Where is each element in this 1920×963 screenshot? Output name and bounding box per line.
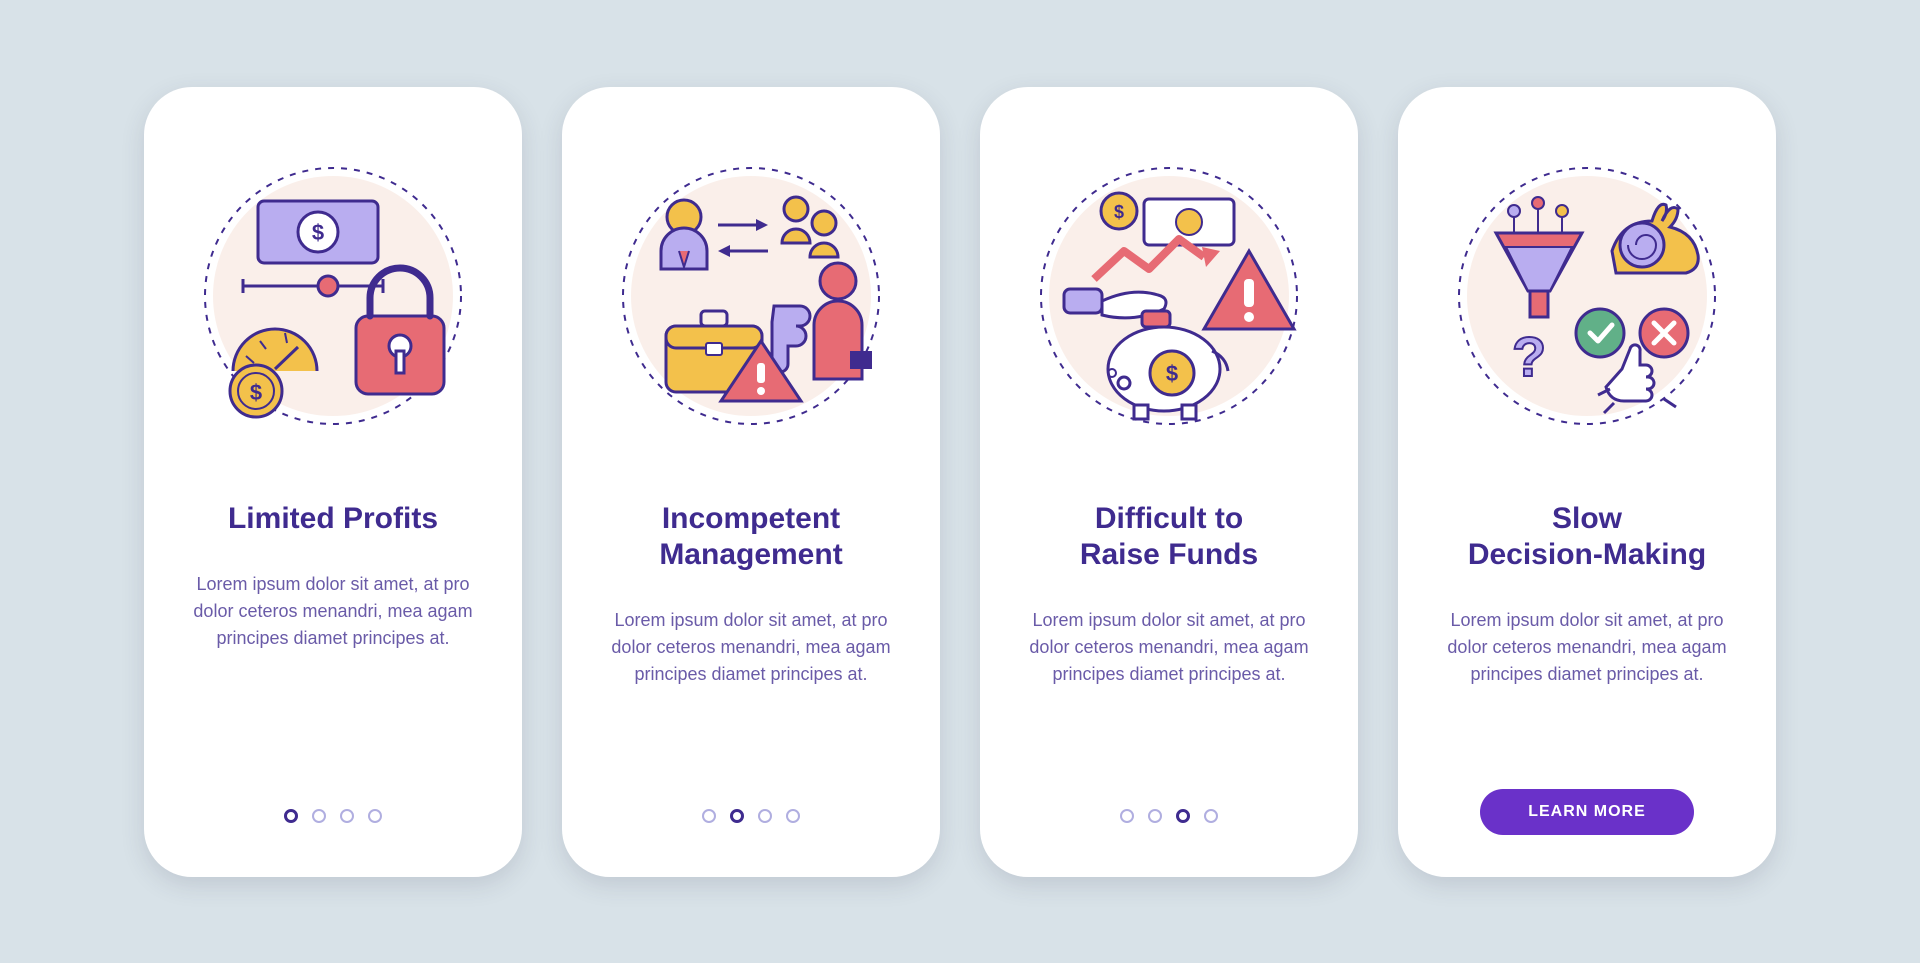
pagination-dots: [1120, 809, 1218, 823]
card-description: Lorem ipsum dolor sit amet, at pro dolor…: [1447, 607, 1727, 688]
slow-decision-illustration: ?: [1442, 151, 1732, 441]
card-title: Limited Profits: [228, 501, 438, 537]
dot-1[interactable]: [284, 809, 298, 823]
pagination-dots: [284, 809, 382, 823]
svg-text:$: $: [1114, 202, 1124, 222]
svg-text:?: ?: [1512, 325, 1546, 388]
dot-4[interactable]: [786, 809, 800, 823]
card-title: Slow Decision-Making: [1468, 501, 1706, 573]
dot-4[interactable]: [1204, 809, 1218, 823]
card-description: Lorem ipsum dolor sit amet, at pro dolor…: [611, 607, 891, 688]
dot-2[interactable]: [730, 809, 744, 823]
onboarding-card-3: $ $ D: [980, 87, 1358, 877]
card-description: Lorem ipsum dolor sit amet, at pro dolor…: [193, 571, 473, 652]
pagination-dots: [702, 809, 800, 823]
dot-2[interactable]: [312, 809, 326, 823]
onboarding-card-4: ? Slow Decision-Making Lorem ipsum dolor…: [1398, 87, 1776, 877]
limited-profits-illustration: $ $: [188, 151, 478, 441]
svg-text:$: $: [1166, 361, 1178, 386]
incompetent-management-illustration: [606, 151, 896, 441]
card-description: Lorem ipsum dolor sit amet, at pro dolor…: [1029, 607, 1309, 688]
card-title: Incompetent Management: [659, 501, 842, 573]
learn-more-button[interactable]: LEARN MORE: [1480, 789, 1694, 835]
dot-4[interactable]: [368, 809, 382, 823]
onboarding-card-2: Incompetent Management Lorem ipsum dolor…: [562, 87, 940, 877]
dot-3[interactable]: [758, 809, 772, 823]
dot-3[interactable]: [340, 809, 354, 823]
dot-3[interactable]: [1176, 809, 1190, 823]
raise-funds-illustration: $ $: [1024, 151, 1314, 441]
svg-text:$: $: [312, 220, 324, 245]
svg-text:$: $: [250, 380, 262, 405]
dot-1[interactable]: [702, 809, 716, 823]
dot-1[interactable]: [1120, 809, 1134, 823]
card-title: Difficult to Raise Funds: [1080, 501, 1258, 573]
dot-2[interactable]: [1148, 809, 1162, 823]
onboarding-row: $ $ L: [144, 87, 1776, 877]
onboarding-card-1: $ $ L: [144, 87, 522, 877]
